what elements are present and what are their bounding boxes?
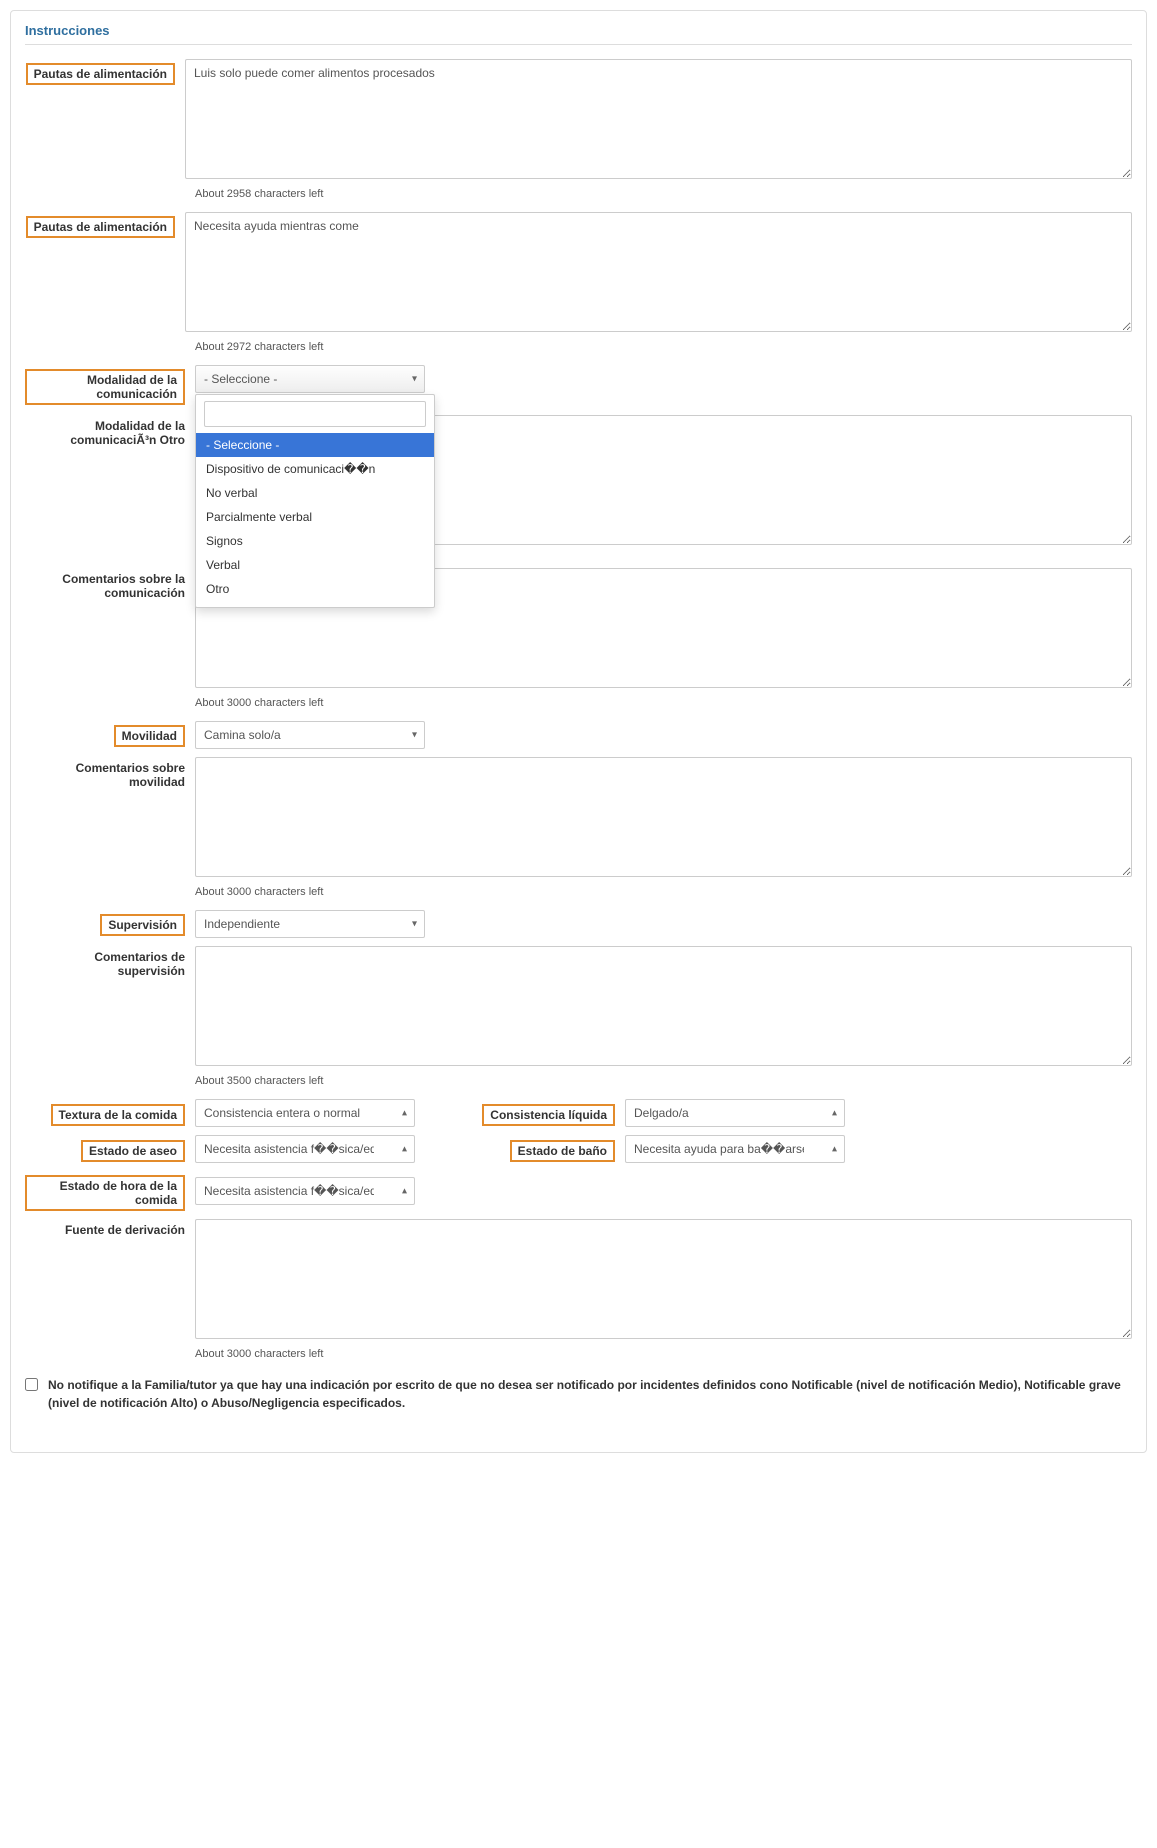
- option-seleccione[interactable]: - Seleccione -: [196, 433, 434, 457]
- caret-up-icon: ▴: [832, 1144, 837, 1155]
- label-mobility: Movilidad: [25, 721, 195, 747]
- dropdown-comm-mode: - Seleccione - Dispositivo de comunicaci…: [195, 394, 435, 608]
- textarea-dietary-2[interactable]: Necesita ayuda mientras come: [185, 212, 1132, 332]
- select-mobility[interactable]: Camina solo/a ▾: [195, 721, 425, 749]
- row-dietary-guidelines-1: Pautas de alimentación <span class="unde…: [25, 59, 1132, 182]
- label-supervision: Supervisión: [25, 910, 195, 936]
- label-referral: Fuente de derivación: [25, 1219, 195, 1237]
- charcount-supervision-comments: About 3500 characters left: [195, 1075, 1132, 1087]
- dropdown-options: - Seleccione - Dispositivo de comunicaci…: [196, 433, 434, 601]
- label-liquid: Consistencia líquida: [455, 1100, 625, 1126]
- row-supervision: Supervisión Independiente ▾: [25, 910, 1132, 938]
- option-no-verbal[interactable]: No verbal: [196, 481, 434, 505]
- label-dietary-2: Pautas de alimentación: [25, 212, 185, 238]
- label-food-texture: Textura de la comida: [25, 1100, 195, 1126]
- caret-down-icon: ▾: [412, 730, 417, 741]
- select-supervision[interactable]: Independiente ▾: [195, 910, 425, 938]
- caret-up-icon: ▴: [402, 1186, 407, 1197]
- textarea-dietary-1[interactable]: <span class="underline">Luis</span> solo…: [185, 59, 1132, 179]
- select-liquid[interactable]: Delgado/a ▴: [625, 1099, 845, 1127]
- row-comm-mode: Modalidad de la comunicación - Seleccion…: [25, 365, 1132, 405]
- checkbox-do-not-notify[interactable]: [25, 1378, 38, 1391]
- row-referral: Fuente de derivación: [25, 1219, 1132, 1342]
- caret-up-icon: ▴: [832, 1108, 837, 1119]
- textarea-referral[interactable]: [195, 1219, 1132, 1339]
- charcount-dietary-1: About 2958 characters left: [195, 188, 1132, 200]
- select-toileting[interactable]: Necesita asistencia f��sica/equipo ▴: [195, 1135, 415, 1163]
- label-comm-comments: Comentarios sobre la comunicación: [25, 568, 195, 600]
- row-do-not-notify: No notifique a la Familia/tutor ya que h…: [25, 1376, 1132, 1412]
- row-mobility-comments: Comentarios sobre movilidad: [25, 757, 1132, 880]
- select-mealtime[interactable]: Necesita asistencia f��sica/equipo ▴: [195, 1177, 415, 1205]
- row-toileting-bathing: Estado de aseo Necesita asistencia f��si…: [25, 1135, 1132, 1163]
- select-food-texture[interactable]: Consistencia entera o normal ▴: [195, 1099, 415, 1127]
- option-parcialmente[interactable]: Parcialmente verbal: [196, 505, 434, 529]
- caret-up-icon: ▴: [402, 1108, 407, 1119]
- row-comm-comments: Comentarios sobre la comunicación: [25, 568, 1132, 691]
- textarea-mobility-comments[interactable]: [195, 757, 1132, 877]
- label-bathing: Estado de baño: [455, 1136, 625, 1162]
- textarea-supervision-comments[interactable]: [195, 946, 1132, 1066]
- row-mobility: Movilidad Camina solo/a ▾: [25, 721, 1132, 749]
- label-mobility-comments: Comentarios sobre movilidad: [25, 757, 195, 789]
- option-dispositivo[interactable]: Dispositivo de comunicaci��n: [196, 457, 434, 481]
- charcount-comm-comments: About 3000 characters left: [195, 697, 1132, 709]
- label-toileting: Estado de aseo: [25, 1136, 195, 1162]
- label-do-not-notify: No notifique a la Familia/tutor ya que h…: [48, 1376, 1132, 1412]
- label-dietary-1: Pautas de alimentación: [25, 59, 185, 85]
- option-verbal[interactable]: Verbal: [196, 553, 434, 577]
- select-comm-mode[interactable]: - Seleccione - ▾ - Seleccione - Disposit…: [195, 365, 425, 393]
- dropdown-search-input[interactable]: [204, 401, 426, 427]
- caret-down-icon: ▾: [412, 374, 417, 385]
- caret-up-icon: ▴: [402, 1144, 407, 1155]
- charcount-mobility-comments: About 3000 characters left: [195, 886, 1132, 898]
- charcount-referral: About 3000 characters left: [195, 1348, 1132, 1360]
- label-mealtime: Estado de hora de la comida: [25, 1171, 195, 1211]
- label-supervision-comments: Comentarios de supervisión: [25, 946, 195, 978]
- select-bathing[interactable]: Necesita ayuda para ba��arse/ducharse ▴: [625, 1135, 845, 1163]
- row-comm-mode-other: Modalidad de la comunicaciÃ³n Otro: [25, 415, 1132, 548]
- row-food-liquid: Textura de la comida Consistencia entera…: [25, 1099, 1132, 1127]
- label-comm-mode: Modalidad de la comunicación: [25, 365, 195, 405]
- section-title: Instrucciones: [25, 23, 1132, 45]
- row-dietary-guidelines-2: Pautas de alimentación Necesita ayuda mi…: [25, 212, 1132, 335]
- instructions-panel: Instrucciones Pautas de alimentación <sp…: [10, 10, 1147, 1453]
- option-signos[interactable]: Signos: [196, 529, 434, 553]
- charcount-dietary-2: About 2972 characters left: [195, 341, 1132, 353]
- row-mealtime: Estado de hora de la comida Necesita asi…: [25, 1171, 1132, 1211]
- row-supervision-comments: Comentarios de supervisión: [25, 946, 1132, 1069]
- caret-down-icon: ▾: [412, 919, 417, 930]
- option-otro[interactable]: Otro: [196, 577, 434, 601]
- label-comm-mode-other: Modalidad de la comunicaciÃ³n Otro: [25, 415, 195, 447]
